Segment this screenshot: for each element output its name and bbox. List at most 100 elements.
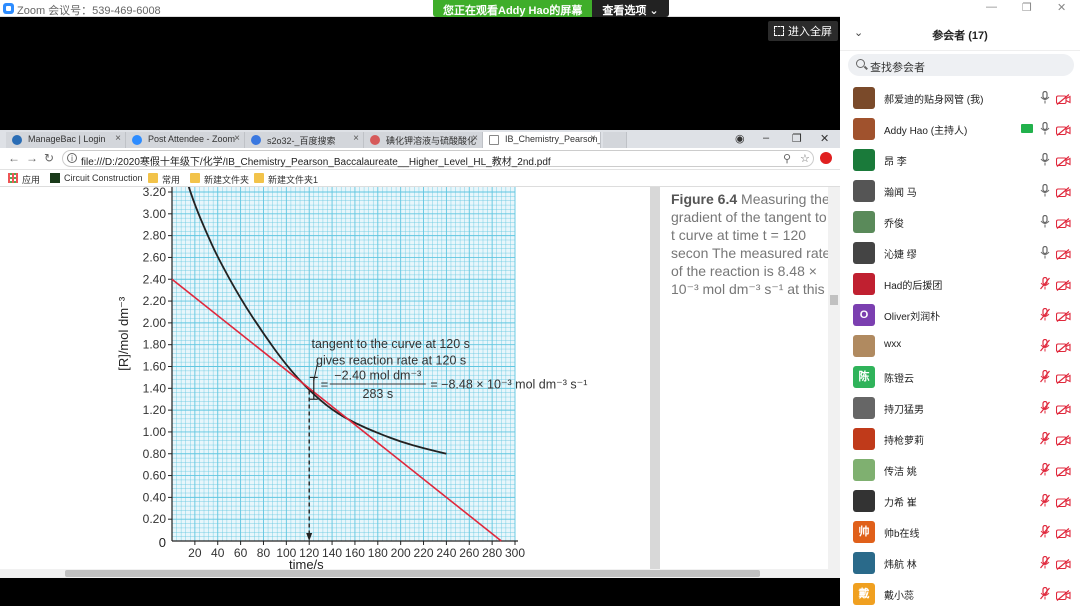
close-tab-icon[interactable]: × (115, 133, 121, 144)
video-off-icon[interactable] (1055, 278, 1071, 291)
tab-ki-solution[interactable]: 碘化钾溶液与硫酸酸化 × (364, 132, 483, 148)
participant-row[interactable]: O Oliver刘润朴 (840, 299, 1080, 330)
participant-name: wxx (884, 339, 902, 350)
profile-icon[interactable]: ◉ (735, 132, 745, 145)
new-tab-button[interactable] (603, 132, 627, 148)
microphone-icon[interactable] (1040, 121, 1050, 135)
video-off-icon[interactable] (1055, 340, 1071, 353)
video-off-icon[interactable] (1055, 247, 1071, 260)
video-off-icon[interactable] (1055, 216, 1071, 229)
participant-row[interactable]: 传洁 姚 (840, 454, 1080, 485)
view-options-button[interactable]: 查看选项 ⌄ (592, 0, 669, 17)
participant-row[interactable]: 帅帅b在线 (840, 516, 1080, 547)
video-off-icon[interactable] (1055, 557, 1071, 570)
microphone-muted-icon[interactable] (1040, 369, 1050, 383)
close-window-icon[interactable]: ✕ (820, 132, 829, 145)
participant-row[interactable]: 陈陈镫云 (840, 361, 1080, 392)
microphone-muted-icon[interactable] (1040, 493, 1050, 507)
participant-row[interactable]: Addy Hao (主持人) (840, 113, 1080, 144)
close-tab-icon[interactable]: × (353, 133, 359, 144)
close-tab-icon[interactable]: × (234, 133, 240, 144)
participant-row[interactable]: 沁婕 缪 (840, 237, 1080, 268)
address-bar[interactable]: i file:///D:/2020寒假十年级下/化学/IB_Chemistry_… (62, 150, 814, 168)
bookmark-star-icon[interactable]: ☆ (800, 152, 810, 165)
rate-chart: 0.20 0.40 0.60 0.80 1.00 1.20 1.40 1.60 1.80 2.00… (116, 187, 587, 569)
restore-icon[interactable]: ❐ (792, 132, 802, 145)
avatar: 戴 (853, 583, 875, 605)
microphone-muted-icon[interactable] (1040, 431, 1050, 445)
search-icon (856, 59, 865, 68)
microphone-icon[interactable] (1040, 152, 1050, 166)
vertical-scrollbar[interactable] (828, 187, 840, 569)
forward-icon[interactable]: → (26, 151, 38, 165)
close-tab-icon[interactable]: × (472, 133, 478, 144)
microphone-icon[interactable] (1040, 90, 1050, 104)
microphone-muted-icon[interactable] (1040, 462, 1050, 476)
video-off-icon[interactable] (1055, 371, 1071, 384)
reload-icon[interactable]: ↻ (44, 151, 54, 165)
microphone-icon[interactable] (1040, 214, 1050, 228)
x-tick-label: 260 (459, 546, 479, 560)
participant-row[interactable]: 持枪萝莉 (840, 423, 1080, 454)
back-icon[interactable]: ← (8, 151, 20, 165)
pdf-viewer[interactable]: 0.20 0.40 0.60 0.80 1.00 1.20 1.40 1.60 1.80 2.00… (0, 187, 840, 569)
bookmark-circuit[interactable]: Circuit Construction (50, 173, 143, 183)
video-off-icon[interactable] (1055, 154, 1071, 167)
restore-icon[interactable]: ❐ (1022, 1, 1032, 14)
scroll-thumb[interactable] (65, 570, 760, 577)
video-off-icon[interactable] (1055, 433, 1071, 446)
video-off-icon[interactable] (1055, 588, 1071, 601)
avatar (853, 397, 875, 419)
bookmark-folder-1[interactable]: 新建文件夹1 (254, 173, 318, 186)
participant-row[interactable]: 戴戴小蕊 (840, 578, 1080, 606)
scroll-thumb[interactable] (830, 295, 838, 305)
microphone-muted-icon[interactable] (1040, 555, 1050, 569)
participant-search-input[interactable]: 查找参会者 (848, 54, 1074, 76)
x-tick-label: 280 (482, 546, 502, 560)
avatar (853, 335, 875, 357)
minimize-icon[interactable]: – (763, 132, 769, 144)
bookmark-folder[interactable]: 新建文件夹 (190, 173, 249, 186)
fullscreen-icon (774, 26, 784, 36)
microphone-muted-icon[interactable] (1040, 338, 1050, 352)
viewing-banner: 您正在观看Addy Hao的屏幕 查看选项 ⌄ (433, 0, 669, 17)
participant-row[interactable]: 乔俊 (840, 206, 1080, 237)
participant-row[interactable]: 炜航 林 (840, 547, 1080, 578)
participant-row[interactable]: 瀚闻 马 (840, 175, 1080, 206)
video-off-icon[interactable] (1055, 495, 1071, 508)
participant-row[interactable]: 昂 李 (840, 144, 1080, 175)
microphone-muted-icon[interactable] (1040, 307, 1050, 321)
microphone-icon[interactable] (1040, 183, 1050, 197)
video-off-icon[interactable] (1055, 464, 1071, 477)
close-tab-icon[interactable]: × (590, 133, 596, 144)
participant-row[interactable]: 郝爱迪的贴身网管 (我) (840, 82, 1080, 113)
bookmark-common[interactable]: 常用 (148, 173, 180, 186)
video-off-icon[interactable] (1055, 526, 1071, 539)
tab-managebac[interactable]: ManageBac | Login × (6, 132, 126, 148)
microphone-muted-icon[interactable] (1040, 524, 1050, 538)
participant-row[interactable]: wxx (840, 330, 1080, 361)
info-icon[interactable]: i (67, 153, 77, 163)
video-off-icon[interactable] (1055, 309, 1071, 322)
zoom-icon[interactable]: ⚲ (783, 152, 791, 165)
tab-pdf[interactable]: IB_Chemistry_Pearson_ × (483, 132, 601, 148)
participant-row[interactable]: 持刀猛男 (840, 392, 1080, 423)
tab-baidu[interactable]: s2o32-_百度搜索 × (245, 132, 364, 148)
microphone-muted-icon[interactable] (1040, 276, 1050, 290)
bookmark-apps[interactable]: 应用 (8, 173, 40, 186)
horizontal-scrollbar[interactable] (0, 569, 840, 578)
close-icon[interactable]: ✕ (1057, 1, 1066, 14)
microphone-muted-icon[interactable] (1040, 586, 1050, 600)
video-off-icon[interactable] (1055, 123, 1071, 136)
extension-icon[interactable] (820, 152, 832, 164)
minimize-icon[interactable]: — (986, 1, 997, 13)
microphone-muted-icon[interactable] (1040, 400, 1050, 414)
tab-zoom-attendee[interactable]: Post Attendee - Zoom × (126, 132, 245, 148)
microphone-icon[interactable] (1040, 245, 1050, 259)
video-off-icon[interactable] (1055, 185, 1071, 198)
participant-row[interactable]: Had的后援团 (840, 268, 1080, 299)
video-off-icon[interactable] (1055, 402, 1071, 415)
enter-fullscreen-button[interactable]: 进入全屏 (768, 21, 838, 41)
participant-row[interactable]: 力希 崔 (840, 485, 1080, 516)
video-off-icon[interactable] (1055, 92, 1071, 105)
